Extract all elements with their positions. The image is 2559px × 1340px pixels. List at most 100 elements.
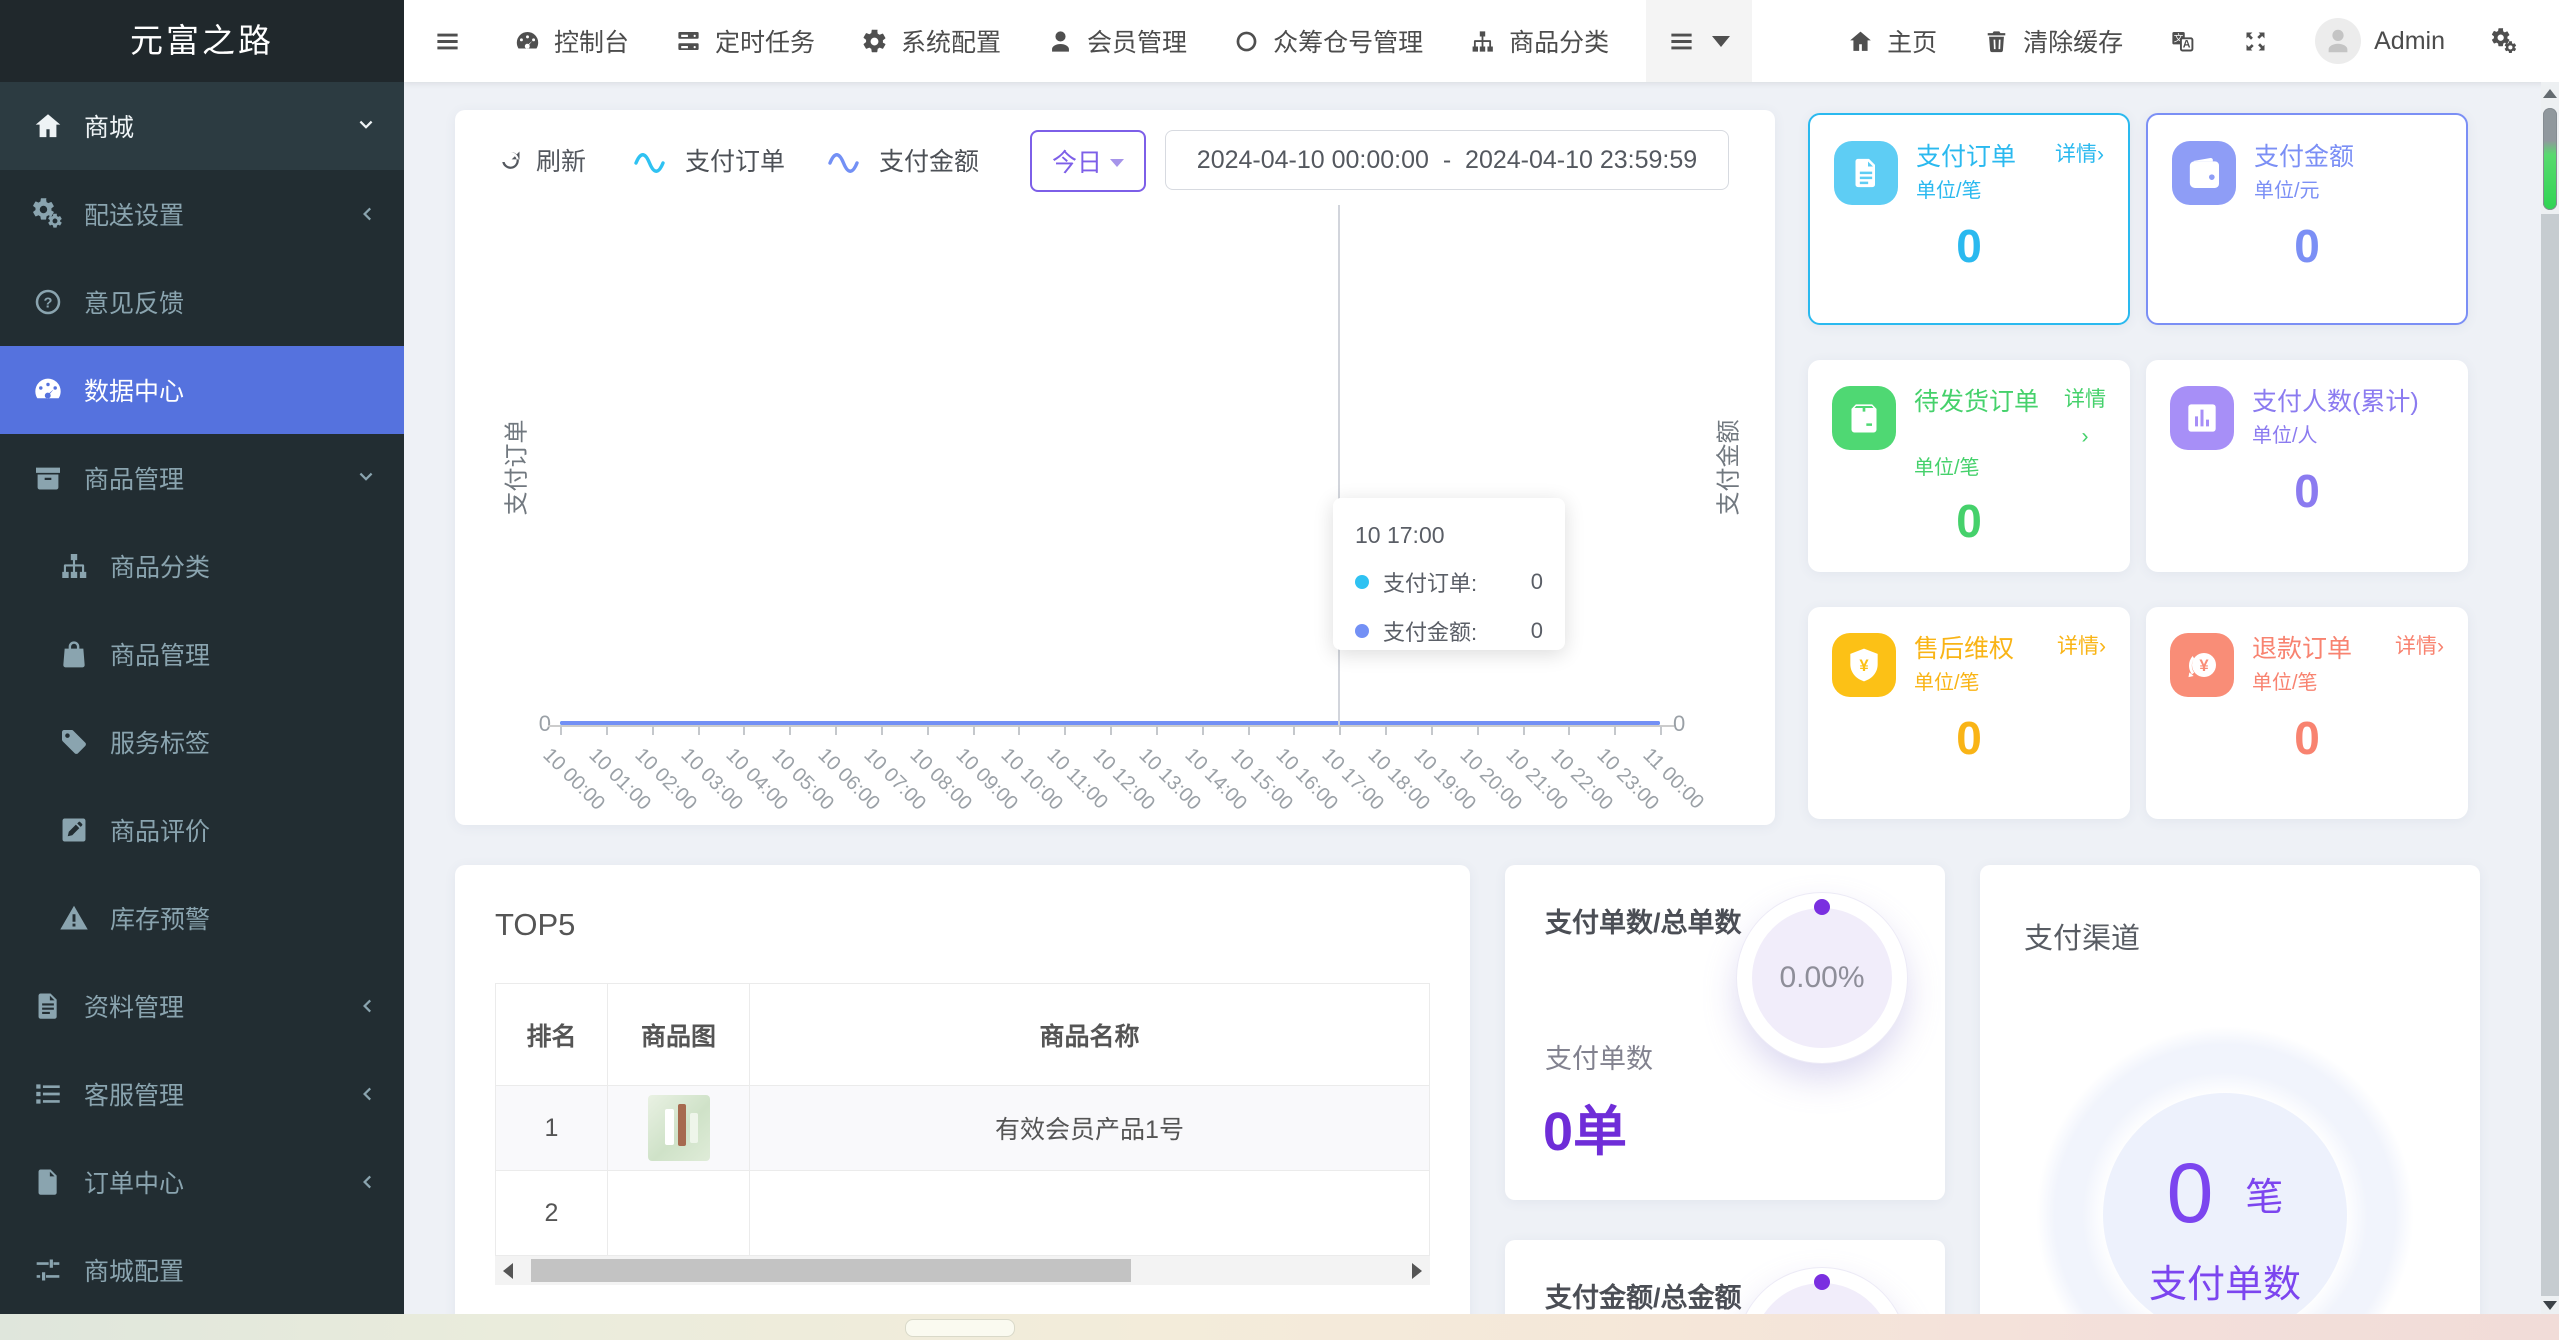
stat-title: 退款订单: [2252, 635, 2353, 663]
stat-unit: 单位/元: [2254, 179, 2320, 202]
home-icon: [1847, 28, 1874, 55]
stat-title: 售后维权: [1914, 635, 2015, 663]
sidebar-item-data-management[interactable]: 资料管理: [0, 962, 404, 1050]
payment-trend-panel: 刷新 支付订单 支付金额 今日 2024-04-10 00:00:00 - 202…: [455, 110, 1775, 825]
paid-amount-ratio-panel: 支付金额/总金额: [1505, 1240, 1945, 1314]
chevron-left-icon: [354, 202, 378, 226]
stat-value: 0: [1956, 220, 1982, 272]
channel-value: 0: [2166, 1146, 2214, 1240]
gauge-ring: 0.00%: [1737, 893, 1907, 1063]
column-header: 商品名称: [1039, 1022, 1140, 1051]
sidebar-item-inventory-warning[interactable]: 库存预警: [0, 874, 404, 962]
sidebar-item-order-center[interactable]: 订单中心: [0, 1138, 404, 1226]
nav-tab-product-category[interactable]: 商品分类: [1446, 0, 1632, 82]
sidebar-item-mall[interactable]: 商城: [0, 82, 404, 170]
sidebar-toggle-button[interactable]: [404, 0, 491, 82]
tooltip-title: 10 17:00: [1355, 522, 1445, 548]
nav-menu: 控制台 定时任务 系统配置 会员管理 众筹仓号管理 商品分类: [491, 0, 1632, 82]
gears-icon: [32, 198, 64, 230]
sidebar-item-mall-config[interactable]: 商城配置: [0, 1226, 404, 1314]
scrollbar-thumb[interactable]: [531, 1259, 1131, 1282]
vertical-scrollbar-thumb[interactable]: [2543, 108, 2557, 210]
tabs-dropdown-button[interactable]: [1646, 0, 1753, 82]
sidebar-item-product-management[interactable]: 商品管理: [0, 434, 404, 522]
nav-tab-console[interactable]: 控制台: [491, 0, 652, 82]
nav-link-clear-cache[interactable]: 清除缓存: [1960, 0, 2146, 82]
table-row: 1 有效会员产品1号: [496, 1086, 1429, 1171]
user-menu[interactable]: Admin: [2292, 0, 2468, 82]
nav-tab-member-management[interactable]: 会员管理: [1024, 0, 1210, 82]
settings-button[interactable]: [2468, 0, 2541, 82]
svg-text:?: ?: [44, 295, 53, 311]
chevron-down-icon: [1110, 158, 1124, 167]
scroll-left-button[interactable]: [495, 1256, 521, 1285]
tooltip-row: 支付订单: 0: [1355, 566, 1543, 598]
nav-link-home[interactable]: 主页: [1824, 0, 1960, 82]
sidebar-item-customer-service[interactable]: 客服管理: [0, 1050, 404, 1138]
scroll-right-button[interactable]: [1404, 1256, 1430, 1285]
sidebar-item-service-tags[interactable]: 服务标签: [0, 698, 404, 786]
product-name-cell: [750, 1171, 1429, 1255]
sidebar-item-product-management-sub[interactable]: 商品管理: [0, 610, 404, 698]
legend-item-1[interactable]: 支付金额: [827, 142, 979, 178]
sidebar-item-delivery-settings[interactable]: 配送设置: [0, 170, 404, 258]
chart-bar-icon: [2170, 386, 2234, 450]
series-dot-icon: [1355, 575, 1369, 589]
bars-icon: [434, 28, 461, 55]
caret-down-icon: [1712, 35, 1731, 47]
sidebar-item-product-reviews[interactable]: 商品评价: [0, 786, 404, 874]
svg-text:¥: ¥: [1859, 656, 1869, 675]
detail-link[interactable]: 详情›: [2055, 141, 2104, 168]
sidebar-item-feedback[interactable]: ? 意见反馈: [0, 258, 404, 346]
table-horizontal-scrollbar[interactable]: [495, 1256, 1430, 1285]
stat-title: 支付人数(累计): [2252, 388, 2419, 416]
scroll-up-button[interactable]: [2541, 82, 2559, 104]
horizontal-scrollbar-thumb[interactable]: [905, 1319, 1015, 1337]
detail-link[interactable]: 详情›: [2395, 633, 2444, 660]
period-select-button[interactable]: 今日: [1030, 130, 1146, 192]
app-logo: 元富之路: [0, 0, 404, 82]
nav-tab-scheduled-tasks[interactable]: 定时任务: [652, 0, 838, 82]
dashboard-icon: [32, 374, 64, 406]
archive-icon: [32, 462, 64, 494]
chevron-down-icon: [354, 114, 378, 138]
stat-unit: 单位/笔: [2252, 671, 2318, 694]
sidebar-item-label: 意见反馈: [84, 290, 185, 318]
nav-tab-system-config[interactable]: 系统配置: [838, 0, 1024, 82]
svg-text:A: A: [2183, 38, 2191, 50]
date-range-input[interactable]: 2024-04-10 00:00:00 - 2024-04-10 23:59:5…: [1165, 130, 1729, 190]
panel-title: 支付单数/总单数: [1545, 908, 1742, 938]
scroll-down-button[interactable]: [2541, 1296, 2559, 1314]
sidebar-item-data-center[interactable]: 数据中心: [0, 346, 404, 434]
sliders-icon: [32, 1254, 64, 1286]
top5-panel: TOP5 排名 商品图 商品名称 1 有效会员产品1号 2: [455, 865, 1470, 1314]
stat-value: 0: [2294, 220, 2320, 272]
legend-item-0[interactable]: 支付订单: [633, 142, 785, 178]
refresh-button[interactable]: 刷新: [497, 142, 586, 178]
detail-link[interactable]: 详情›: [2064, 386, 2106, 451]
sidebar-item-label: 服务标签: [110, 730, 211, 758]
payment-channel-panel: 支付渠道 0 笔 支付单数: [1980, 865, 2480, 1314]
detail-link[interactable]: 详情›: [2057, 633, 2106, 660]
tooltip-row: 支付金额: 0: [1355, 615, 1543, 647]
stat-card-paid-amount: 支付金额 单位/元 0: [2146, 113, 2468, 325]
file-text-icon: [32, 990, 64, 1022]
sidebar-item-label: 数据中心: [84, 378, 185, 406]
page-vertical-scrollbar[interactable]: [2541, 82, 2559, 1314]
stat-unit: 单位/人: [2252, 424, 2318, 447]
fullscreen-button[interactable]: [2219, 0, 2292, 82]
username: Admin: [2374, 26, 2445, 55]
stat-unit: 单位/笔: [1914, 456, 1980, 479]
svg-text:¥: ¥: [2199, 656, 2209, 675]
nav-tab-crowdfunding-warehouse[interactable]: 众筹仓号管理: [1210, 0, 1446, 82]
image-cell: [608, 1086, 750, 1170]
user-icon: [1047, 28, 1074, 55]
y-axis-right-tick: 0: [1673, 711, 1686, 736]
language-icon: 文A: [2169, 28, 2196, 55]
sidebar-item-product-category[interactable]: 商品分类: [0, 522, 404, 610]
stat-unit: 单位/笔: [1914, 671, 1980, 694]
page-horizontal-scrollbar[interactable]: [0, 1314, 2559, 1340]
table-row: 2: [496, 1171, 1429, 1255]
doc-icon: [1834, 141, 1898, 205]
language-button[interactable]: 文A: [2146, 0, 2219, 82]
